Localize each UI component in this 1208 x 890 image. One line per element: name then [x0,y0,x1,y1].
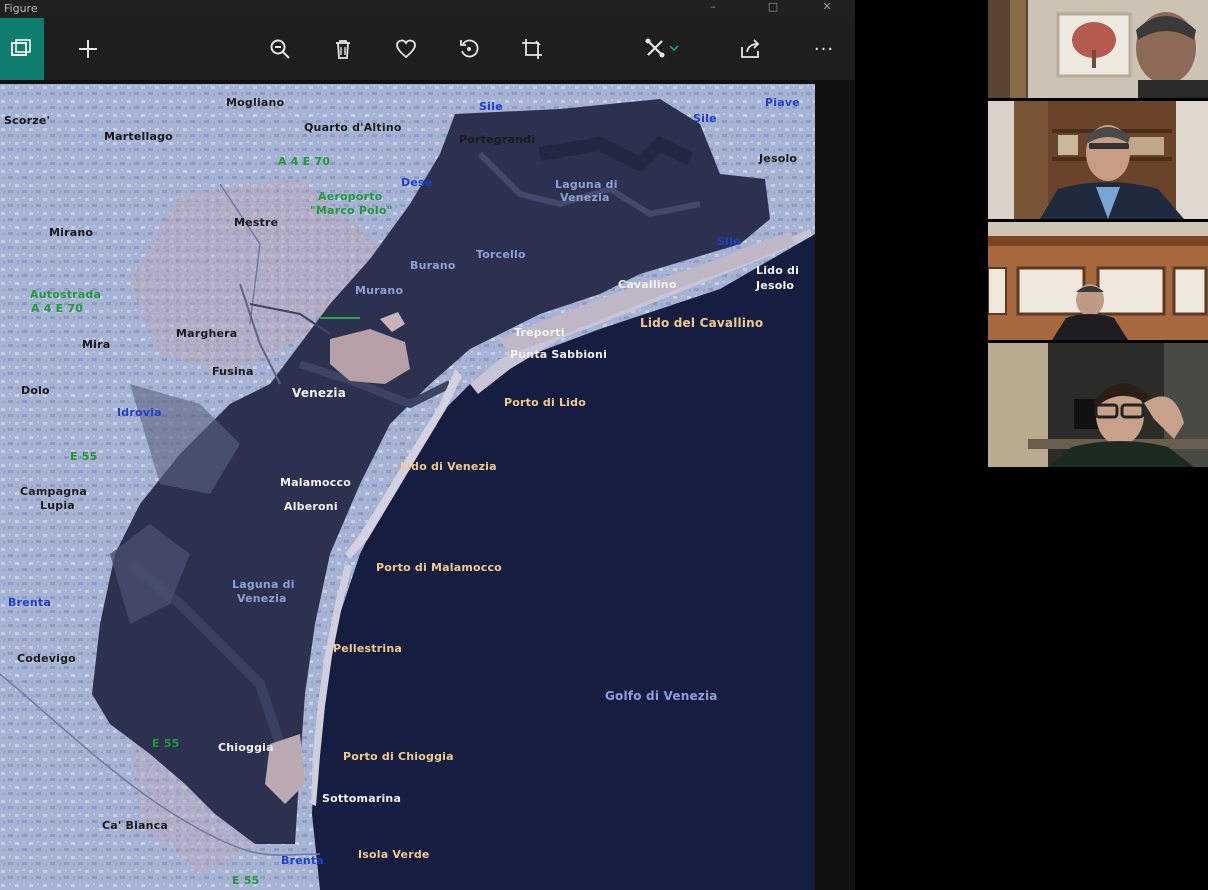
zoom-button[interactable] [258,18,302,80]
label-sottomarina: Sottomarina [322,792,402,805]
close-icon[interactable]: ✕ [812,0,842,18]
label-sile-river-1: Sile [479,100,503,113]
minimize-icon[interactable]: – [698,0,728,18]
label-malamocco: Malamocco [280,476,351,489]
label-laguna-north-2: Venezia [560,191,610,204]
label-ca-bianca: Ca' Bianca [102,819,169,832]
maximize-icon[interactable]: □ [758,0,788,18]
label-lido-jesolo-1: Lido di [756,264,800,277]
label-mira: Mira [82,338,111,351]
participant-video-1[interactable] [988,0,1208,98]
label-e55-2: E 55 [152,737,180,750]
label-autostrada: Autostrada [30,288,102,301]
label-portegrandi: Portegrandi [459,133,536,146]
heart-icon [396,39,416,59]
crop-icon [522,39,542,59]
participant-4-video [988,343,1208,467]
share-icon [741,39,760,58]
label-codevigo: Codevigo [17,652,76,665]
favorite-button[interactable] [384,18,428,80]
label-pellestrina: Pellestrina [333,642,402,655]
label-fusina: Fusina [212,365,254,378]
edit-button[interactable] [632,18,692,80]
label-mogliano: Mogliano [226,96,285,109]
label-porto-chioggia: Porto di Chioggia [343,750,454,763]
label-laguna-north-1: Laguna di [555,178,618,191]
zoom-icon [270,39,290,59]
satellite-image [0,84,815,890]
label-scorze: Scorze' [4,114,51,127]
label-marghera: Marghera [176,327,238,340]
label-venezia: Venezia [292,386,347,400]
delete-button[interactable] [321,18,365,80]
label-mestre: Mestre [234,216,279,229]
label-campagna: Campagna [20,485,87,498]
label-murano: Murano [355,284,404,297]
label-laguna-south-2: Venezia [237,592,287,605]
window-title: Figure [4,2,38,15]
label-lido-jesolo-2: Jesolo [756,279,795,292]
label-martellago: Martellago [104,130,173,143]
participant-2-video [988,101,1208,219]
label-porto-malamocco: Porto di Malamocco [376,561,502,574]
label-alberoni: Alberoni [284,500,338,513]
label-a4e70-top: A 4 E 70 [278,155,331,168]
label-burano: Burano [410,259,456,272]
label-isola-verde: Isola Verde [358,848,430,861]
label-lupia: Lupia [40,499,75,512]
label-dese-river: Dese [401,176,433,189]
label-mirano: Mirano [49,226,94,239]
label-dolo: Dolo [21,384,50,397]
photo-viewer-window: Figure – □ ✕ ··· Mogliano Scorze' Martel… [0,0,855,890]
label-chioggia: Chioggia [218,741,274,754]
label-lido-cavallino: Lido del Cavallino [640,316,764,330]
participant-1-video [988,0,1208,98]
label-treporti: Treporti [514,326,565,339]
label-brenta-2: Brenta [281,854,324,867]
label-brenta-1: Brenta [8,596,51,609]
label-autostrada-a4: A 4 E 70 [31,302,84,315]
label-marco-polo: "Marco Polo" [310,204,393,217]
share-button[interactable] [728,18,772,80]
label-porto-lido: Porto di Lido [504,396,586,409]
label-lido-venezia: Lido di Venezia [400,460,497,473]
label-quarto-altino: Quarto d'Altino [304,121,402,134]
participant-3-video [988,222,1208,340]
gallery-icon [11,39,31,56]
venice-lagoon-map: Mogliano Scorze' Martellago Quarto d'Alt… [0,84,815,890]
label-piave-river: Piave [765,96,800,109]
label-e55-1: E 55 [70,450,98,463]
rotate-button[interactable] [447,18,491,80]
label-punta-sabbioni: Punta Sabbioni [510,348,608,361]
label-idrovia: Idrovia [117,406,162,419]
participant-video-2[interactable] [988,101,1208,219]
plus-icon [79,40,97,58]
participant-video-4[interactable] [988,343,1208,467]
label-torcello: Torcello [476,248,526,261]
more-button[interactable]: ··· [802,18,846,80]
label-laguna-south-1: Laguna di [232,578,295,591]
label-cavallino: Cavallino [618,278,677,291]
image-canvas: Mogliano Scorze' Martellago Quarto d'Alt… [0,80,855,890]
label-sile-river-3: Sile [717,235,741,248]
label-aeroporto: Aeroporto [318,190,383,203]
label-golfo-venezia: Golfo di Venezia [605,689,718,703]
add-button[interactable] [66,18,110,80]
gallery-button[interactable] [0,18,44,80]
toolbar: ··· [0,18,855,80]
label-e55-3: E 55 [232,874,260,887]
participant-video-3[interactable] [988,222,1208,340]
trash-icon [336,40,350,59]
label-sile-river-2: Sile [693,112,717,125]
rotate-icon [460,39,479,58]
label-jesolo: Jesolo [759,152,798,165]
edit-icon [645,38,679,58]
crop-button[interactable] [510,18,554,80]
title-bar: Figure – □ ✕ [0,0,855,18]
